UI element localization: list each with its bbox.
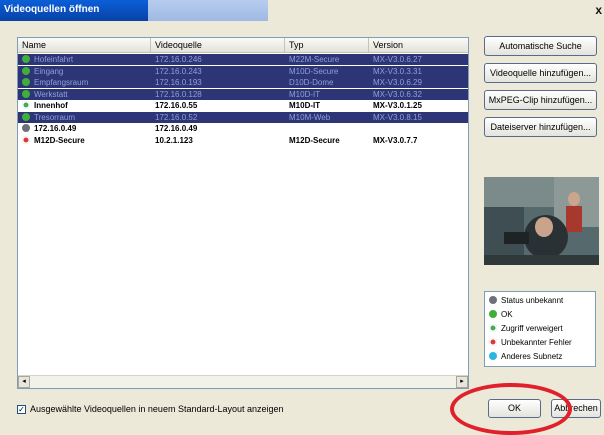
column-header-typ[interactable]: Typ: [285, 38, 369, 52]
title-bar: Videoquellen öffnen x: [0, 0, 604, 21]
cell-source: 172.16.0.128: [155, 89, 202, 99]
video-source-list[interactable]: Name Videoquelle Typ Version Hofeinfahrt…: [17, 37, 469, 389]
cell-source: 10.2.1.123: [155, 135, 193, 145]
table-row[interactable]: Hofeinfahrt 172.16.0.246 M22M-Secure MX-V3.…: [18, 54, 468, 65]
cell-version: MX-V3.0.8.15: [373, 112, 422, 122]
scroll-right-icon[interactable]: ▸: [456, 376, 468, 388]
table-row[interactable]: Tresorraum 172.16.0.52 M10M-Web MX-V3.0.8.1…: [18, 111, 468, 123]
cell-version: MX-V3.0.6.32: [373, 89, 422, 99]
cell-source: 172.16.0.55: [155, 101, 198, 110]
list-header: Name Videoquelle Typ Version: [18, 38, 468, 53]
legend-label: Status unbekannt: [501, 296, 564, 305]
cell-name: Empfangsraum: [34, 78, 89, 87]
status-ok-icon: [22, 55, 30, 63]
title-bar-highlight: [148, 0, 268, 21]
cell-name: M12D-Secure: [34, 135, 85, 145]
cell-type: M12D-Secure: [289, 135, 340, 145]
cell-source: 172.16.0.49: [155, 124, 198, 133]
unknown-error-icon: [489, 338, 497, 346]
legend-label: Zugriff verweigert: [501, 324, 563, 333]
table-row[interactable]: Empfangsraum 172.16.0.193 D10D-Dome MX-V3.0…: [18, 77, 468, 88]
cell-version: MX-V3.0.1.25: [373, 101, 422, 110]
unknown-error-icon: [22, 135, 30, 144]
status-ok-icon: [22, 78, 30, 86]
scroll-left-icon[interactable]: ◂: [18, 376, 30, 388]
camera-preview-image: [484, 177, 599, 265]
column-header-version[interactable]: Version: [369, 38, 468, 52]
cell-name: 172.16.0.49: [34, 124, 77, 133]
status-unknown-icon: [489, 296, 497, 304]
add-fileserver-button[interactable]: Dateiserver hinzufügen...: [484, 117, 597, 137]
cell-version: MX-V3.0.6.29: [373, 78, 422, 87]
status-ok-icon: [489, 310, 497, 318]
cancel-button[interactable]: Abbrechen: [551, 399, 601, 418]
status-ok-icon: [22, 66, 30, 75]
cell-name: Eingang: [34, 66, 64, 76]
automatic-search-button[interactable]: Automatische Suche: [484, 36, 597, 56]
table-row[interactable]: M12D-Secure 10.2.1.123 M12D-Secure MX-V3.0.…: [18, 135, 468, 146]
cell-type: M10D-Secure: [289, 66, 339, 76]
table-row[interactable]: 172.16.0.49 172.16.0.49: [18, 123, 468, 134]
add-video-source-button[interactable]: Videoquelle hinzufügen...: [484, 63, 597, 83]
column-header-name[interactable]: Name: [18, 38, 151, 52]
cell-name: Tresorraum: [34, 112, 76, 122]
cell-name: Hofeinfahrt: [34, 55, 74, 64]
cell-name: Werkstatt: [34, 89, 68, 99]
access-denied-icon: [22, 101, 30, 109]
legend-label: Anderes Subnetz: [501, 352, 563, 361]
horizontal-scrollbar[interactable]: ◂ ▸: [18, 375, 468, 388]
status-ok-icon: [22, 89, 30, 98]
legend-label: Unbekannter Fehler: [501, 338, 572, 347]
cell-type: M10D-IT: [289, 101, 321, 110]
close-icon[interactable]: x: [595, 3, 602, 17]
window-title: Videoquellen öffnen: [4, 4, 100, 15]
cell-type: D10D-Dome: [289, 78, 334, 87]
status-legend: Status unbekannt OK Zugriff verweigert U…: [484, 291, 596, 367]
cell-type: M10D-IT: [289, 89, 321, 99]
access-denied-icon: [489, 324, 497, 332]
status-unknown-icon: [22, 124, 30, 132]
show-in-layout-checkbox[interactable]: ✓: [17, 405, 26, 414]
legend-label: OK: [501, 310, 513, 319]
status-ok-icon: [22, 112, 30, 121]
title-bar-background: [268, 0, 604, 21]
camera-preview: [484, 177, 599, 265]
ok-button[interactable]: OK: [488, 399, 541, 418]
cell-type: M22M-Secure: [289, 55, 340, 64]
cell-version: MX-V3.0.6.27: [373, 55, 422, 64]
table-row[interactable]: Innenhof 172.16.0.55 M10D-IT MX-V3.0.1.25: [18, 100, 468, 111]
cell-source: 172.16.0.246: [155, 55, 202, 64]
cell-name: Innenhof: [34, 101, 68, 110]
cell-version: MX-V3.0.7.7: [373, 135, 418, 145]
column-header-videoquelle[interactable]: Videoquelle: [151, 38, 285, 52]
cell-type: M10M-Web: [289, 112, 331, 122]
table-row[interactable]: Eingang 172.16.0.243 M10D-Secure MX-V3.0.3.…: [18, 65, 468, 77]
cell-source: 172.16.0.52: [155, 112, 198, 122]
cell-version: MX-V3.0.3.31: [373, 66, 422, 76]
cell-source: 172.16.0.243: [155, 66, 202, 76]
table-row[interactable]: Werkstatt 172.16.0.128 M10D-IT MX-V3.0.6.32: [18, 88, 468, 100]
other-subnet-icon: [489, 352, 497, 360]
add-mxpeg-clip-button[interactable]: MxPEG-Clip hinzufügen...: [484, 90, 597, 110]
show-in-layout-label[interactable]: Ausgewählte Videoquellen in neuem Standa…: [30, 404, 284, 414]
cell-source: 172.16.0.193: [155, 78, 202, 87]
